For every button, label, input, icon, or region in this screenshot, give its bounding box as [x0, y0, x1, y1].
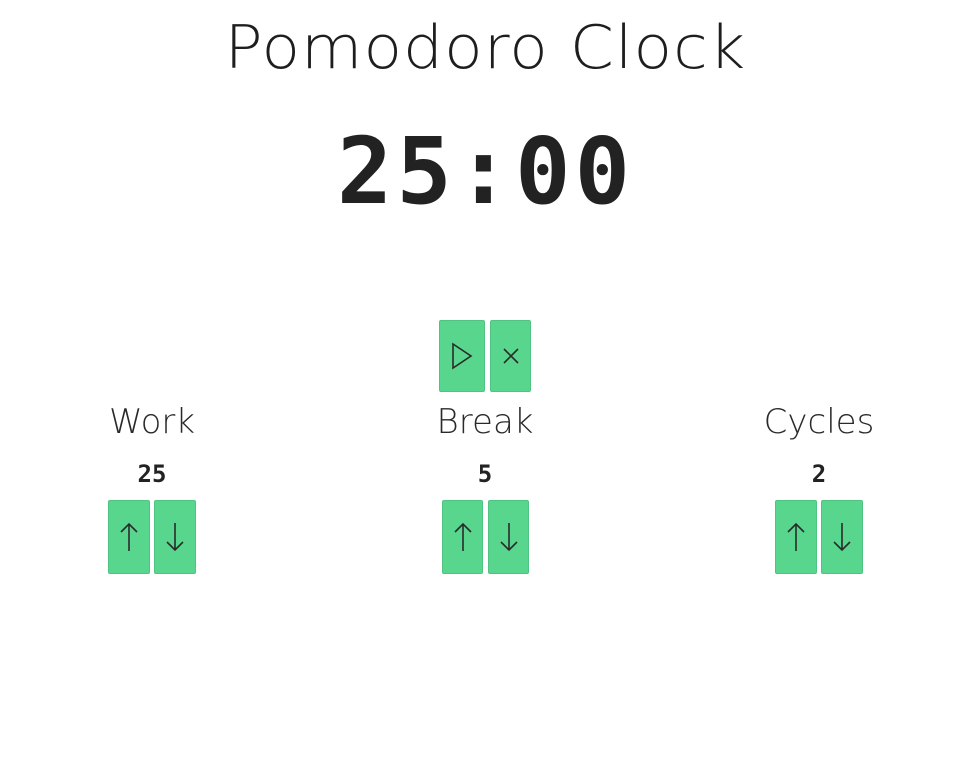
cycles-label: Cycles: [763, 402, 875, 442]
break-label: Break: [436, 402, 534, 442]
arrow-up-icon: [119, 521, 139, 553]
break-increase-button[interactable]: [442, 500, 483, 574]
arrow-up-icon: [453, 521, 473, 553]
cycles-value: 2: [811, 460, 827, 488]
cycles-increase-button[interactable]: [775, 500, 817, 574]
play-icon: [450, 342, 474, 370]
reset-button[interactable]: [490, 320, 531, 392]
timer-display: 25:00: [337, 118, 634, 225]
break-value: 5: [477, 460, 493, 488]
close-icon: [501, 346, 521, 366]
arrow-down-icon: [832, 521, 852, 553]
work-decrease-button[interactable]: [154, 500, 196, 574]
cycles-decrease-button[interactable]: [821, 500, 863, 574]
work-value: 25: [137, 460, 167, 488]
break-decrease-button[interactable]: [488, 500, 529, 574]
work-label: Work: [108, 402, 196, 442]
arrow-down-icon: [165, 521, 185, 553]
app-title: Pomodoro Clock: [224, 13, 747, 83]
arrow-up-icon: [786, 521, 806, 553]
start-button[interactable]: [439, 320, 485, 392]
work-increase-button[interactable]: [108, 500, 150, 574]
arrow-down-icon: [499, 521, 519, 553]
